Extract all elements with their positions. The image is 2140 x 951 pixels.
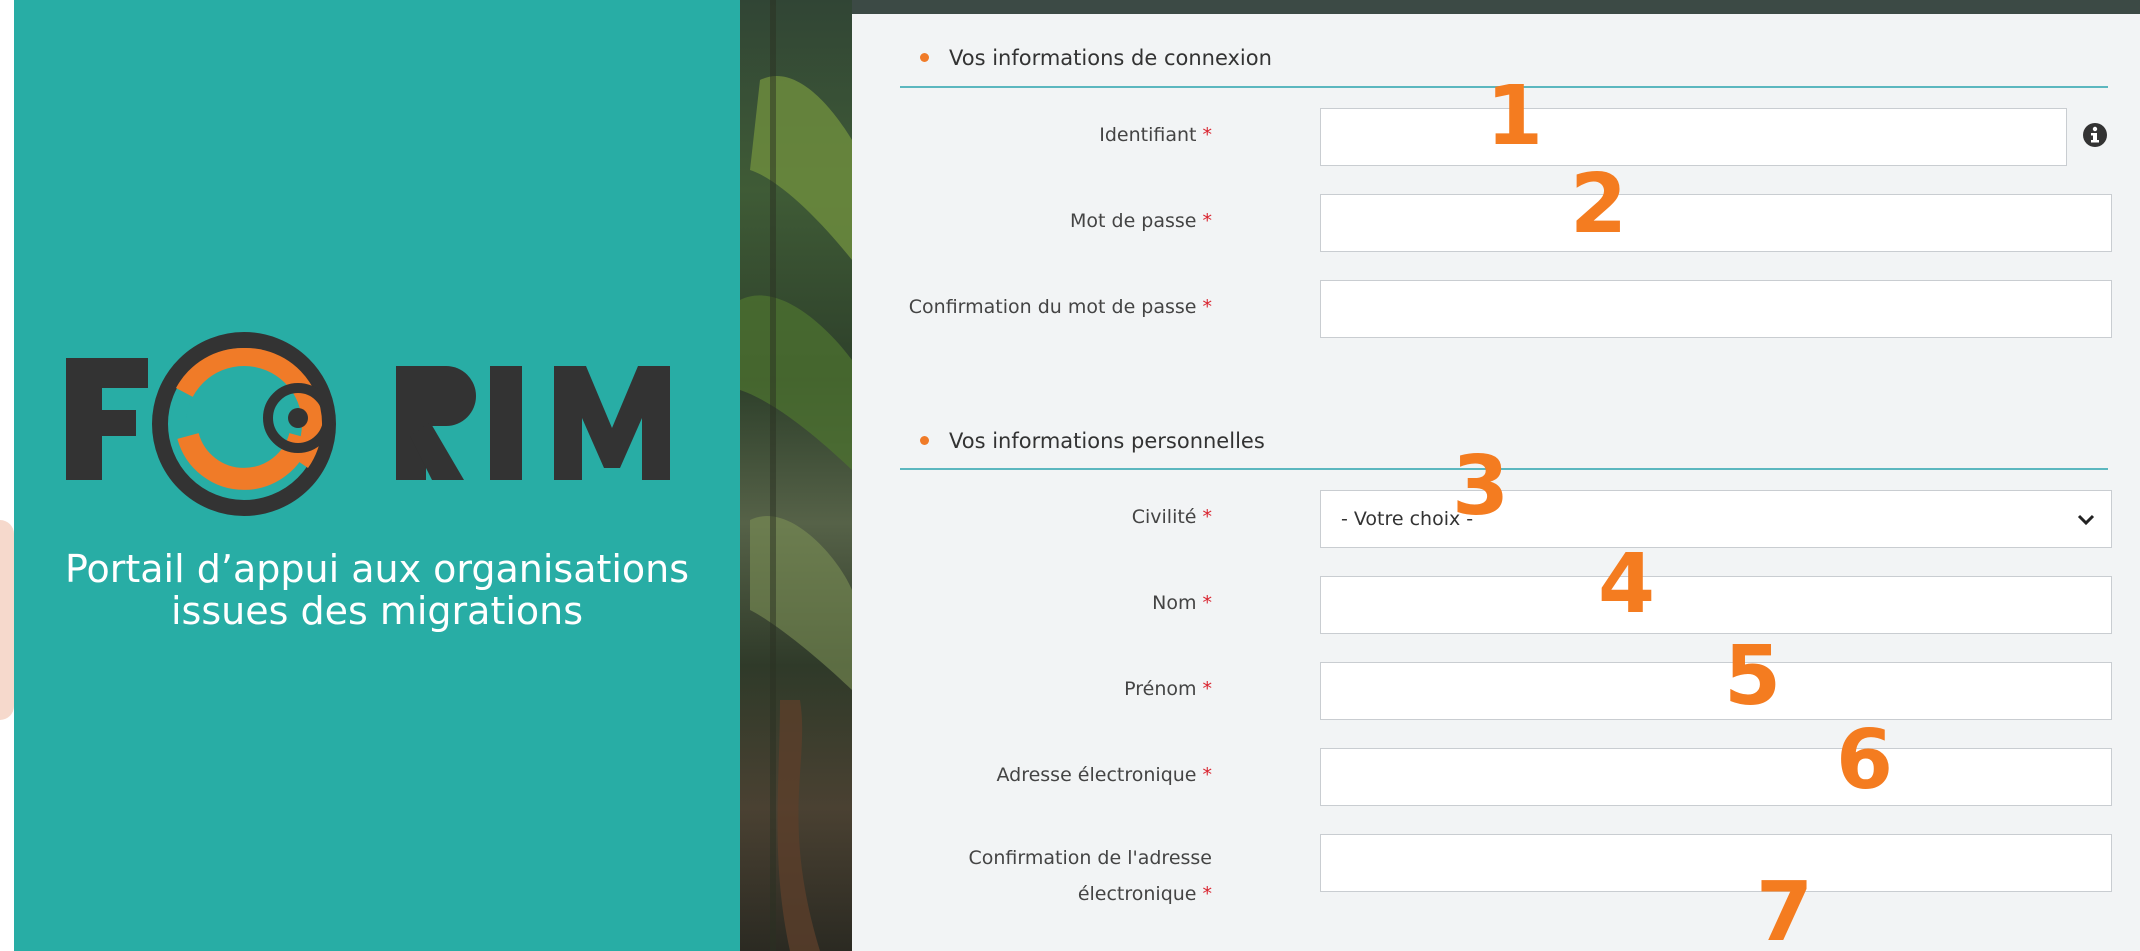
required-marker: * <box>1202 506 1213 528</box>
section-personnelles: Vos informations personnelles <box>920 429 1265 453</box>
confirmation-adresse-label-line1: Confirmation de l'adresse <box>968 847 1212 869</box>
confirmation-adresse-label: Confirmation de l'adresse électronique * <box>892 840 1212 912</box>
nom-field[interactable] <box>1320 576 2112 634</box>
annotation-number: 1 <box>1486 69 1544 164</box>
tagline-line2: issues des migrations <box>170 589 584 633</box>
required-marker: * <box>1202 678 1213 700</box>
adresse-field[interactable] <box>1320 748 2112 806</box>
section-personnelles-title: Vos informations personnelles <box>949 429 1265 453</box>
prenom-input[interactable] <box>1321 663 2111 719</box>
prenom-label: Prénom * <box>1124 678 1212 700</box>
nom-input[interactable] <box>1321 577 2111 633</box>
registration-form: Vos informations de connexion Identifian… <box>852 14 2140 951</box>
photo-top-strip <box>852 0 2140 14</box>
identifiant-input[interactable] <box>1321 109 2066 165</box>
section-connexion: Vos informations de connexion <box>920 46 1272 70</box>
bullet-dot-icon <box>920 52 929 62</box>
annotation-number: 4 <box>1598 537 1656 632</box>
confirmation-adresse-label-line2: électronique <box>1077 883 1197 905</box>
confirmation-adresse-input[interactable] <box>1321 835 2111 891</box>
chevron-down-icon[interactable] <box>2075 508 2097 530</box>
confirmation-mot-de-passe-input[interactable] <box>1321 281 2111 337</box>
background-photo <box>740 0 852 951</box>
confirmation-mot-de-passe-label: Confirmation du mot de passe * <box>908 296 1213 318</box>
bullet-dot-icon <box>920 435 929 445</box>
tagline: Portail d’appui aux organisations issues… <box>14 548 740 632</box>
prenom-field[interactable] <box>1320 662 2112 720</box>
edge-accent <box>0 520 14 720</box>
mot-de-passe-field[interactable] <box>1320 194 2112 252</box>
annotation-number: 2 <box>1570 157 1628 252</box>
annotation-number: 7 <box>1756 865 1814 951</box>
brand-panel: Portail d’appui aux organisations issues… <box>14 0 740 951</box>
banana-leaves-image <box>740 0 852 951</box>
civilite-label: Civilité * <box>1131 506 1213 528</box>
forim-logo <box>66 332 670 516</box>
mot-de-passe-label: Mot de passe * <box>1070 210 1212 232</box>
annotation-number: 3 <box>1452 439 1510 534</box>
adresse-input[interactable] <box>1321 749 2111 805</box>
identifiant-label: Identifiant * <box>1099 124 1212 146</box>
required-marker: * <box>1202 210 1213 232</box>
required-marker: * <box>1202 764 1213 786</box>
info-circle-icon[interactable] <box>2082 122 2108 148</box>
annotation-number: 6 <box>1836 713 1894 808</box>
required-marker: * <box>1202 296 1213 318</box>
nom-label: Nom * <box>1152 592 1212 614</box>
tagline-line1: Portail d’appui aux organisations <box>64 547 690 591</box>
confirmation-mot-de-passe-field[interactable] <box>1320 280 2112 338</box>
section-connexion-title: Vos informations de connexion <box>949 46 1272 70</box>
confirmation-adresse-field[interactable] <box>1320 834 2112 892</box>
registration-screen: Portail d’appui aux organisations issues… <box>0 0 2140 951</box>
annotation-number: 5 <box>1724 629 1782 724</box>
required-marker: * <box>1202 883 1213 905</box>
civilite-select[interactable]: - Votre choix - <box>1320 490 2112 548</box>
mot-de-passe-input[interactable] <box>1321 195 2111 251</box>
required-marker: * <box>1202 592 1213 614</box>
adresse-label: Adresse électronique * <box>996 764 1212 786</box>
required-marker: * <box>1202 124 1213 146</box>
identifiant-field[interactable] <box>1320 108 2067 166</box>
